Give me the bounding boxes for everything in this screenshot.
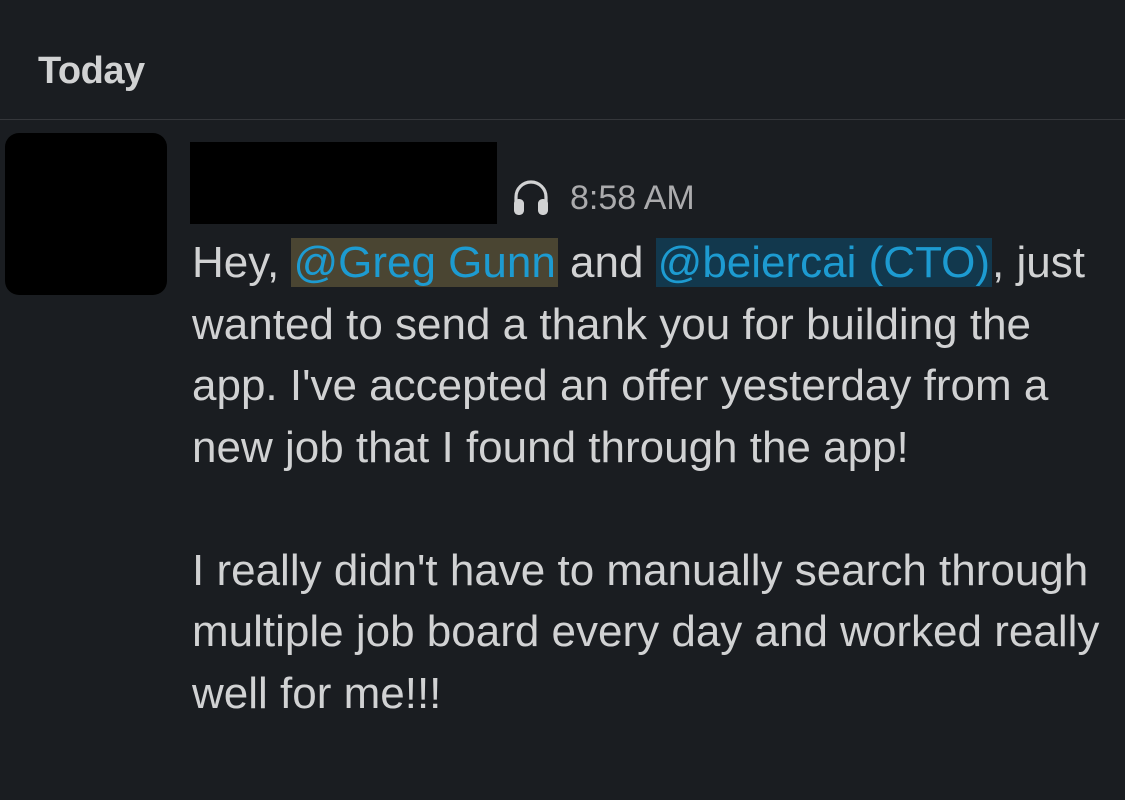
message-body: Hey, @Greg Gunn and @beiercai (CTO), jus… (192, 232, 1102, 724)
message-paragraph: Hey, @Greg Gunn and @beiercai (CTO), jus… (192, 232, 1102, 478)
day-divider-label: Today (38, 50, 145, 92)
headphones-icon (511, 178, 551, 218)
message-text: Hey, (192, 238, 292, 287)
avatar[interactable] (5, 133, 167, 295)
message-text: and (557, 238, 656, 287)
mention-greg-gunn[interactable]: @Greg Gunn (291, 238, 558, 287)
sender-name-redacted[interactable] (190, 142, 497, 224)
day-divider-line (0, 119, 1125, 120)
message-timestamp[interactable]: 8:58 AM (570, 178, 695, 218)
message-paragraph: I really didn't have to manually search … (192, 545, 1100, 718)
chat-screen: Today 8:58 AM Hey, @Greg Gunn and @beier… (0, 0, 1125, 800)
mention-beiercai[interactable]: @beiercai (CTO) (655, 238, 993, 287)
